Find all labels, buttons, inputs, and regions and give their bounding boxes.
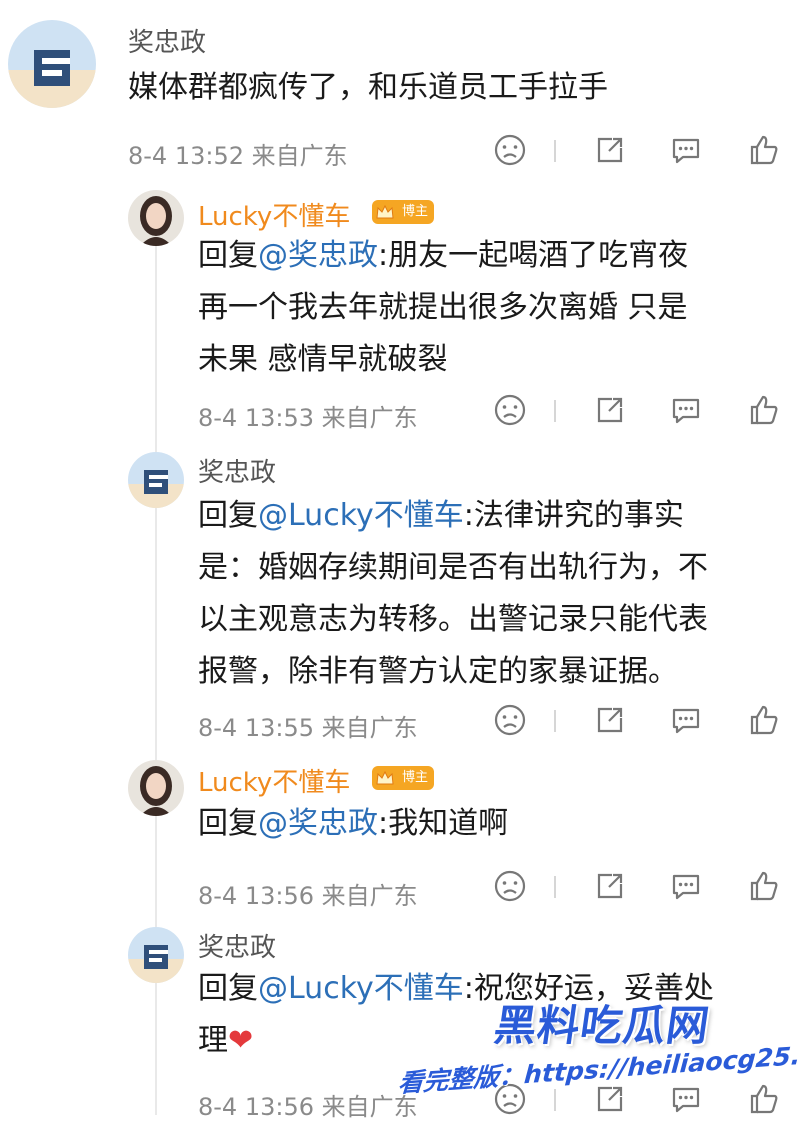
- reply-actions: [490, 392, 790, 432]
- watermark: 黑料吃瓜网 看完整版：https://heiliaocg25.com: [397, 980, 800, 1120]
- avatar[interactable]: [8, 20, 96, 108]
- avatar[interactable]: [128, 452, 184, 508]
- avatar-portrait-icon: [128, 190, 184, 246]
- dislike-face-icon[interactable]: [492, 702, 528, 738]
- reply-actions: [490, 702, 790, 742]
- comment-bubble-icon[interactable]: [668, 392, 704, 428]
- reply-time: 8-4 13:56: [198, 882, 314, 910]
- reply-location: 来自广东: [321, 882, 418, 910]
- reply-actions: [490, 868, 790, 908]
- share-icon[interactable]: [592, 392, 628, 428]
- comment-text: 媒体群都疯传了，和乐道员工手拉手: [128, 70, 608, 105]
- reply-time: 8-4 13:55: [198, 714, 314, 742]
- comment-bubble-icon[interactable]: [668, 132, 704, 168]
- reply-username[interactable]: 奖忠政: [198, 927, 276, 964]
- share-icon[interactable]: [592, 868, 628, 904]
- reply-item: Lucky不懂车 博主 回复@奖忠政:朋友一起喝酒了吃宵夜 再一个我去年就提出很…: [0, 190, 800, 450]
- avatar[interactable]: [128, 190, 184, 246]
- avatar-logo-icon: [128, 927, 184, 983]
- reply-meta: 8-4 13:56 来自广东: [198, 876, 418, 911]
- comment-meta: 8-4 13:52 来自广东: [128, 136, 348, 171]
- action-divider: [554, 710, 556, 732]
- reply-text: 回复@奖忠政:朋友一起喝酒了吃宵夜 再一个我去年就提出很多次离婚 只是 未果 感…: [198, 238, 689, 377]
- reply-time: 8-4 13:53: [198, 404, 314, 432]
- heart-emoji-icon: ❤: [228, 1023, 254, 1058]
- like-thumb-icon[interactable]: [746, 868, 782, 904]
- avatar[interactable]: [128, 927, 184, 983]
- comment-time: 8-4 13:52: [128, 142, 244, 170]
- share-icon[interactable]: [592, 702, 628, 738]
- blogger-badge: 博主: [372, 200, 434, 224]
- dislike-face-icon[interactable]: [492, 392, 528, 428]
- comment-bubble-icon[interactable]: [668, 868, 704, 904]
- comment-username[interactable]: 奖忠政: [128, 22, 206, 59]
- reply-meta: 8-4 13:53 来自广东: [198, 398, 418, 433]
- dislike-face-icon[interactable]: [492, 868, 528, 904]
- comment-actions: [490, 132, 790, 172]
- comment-location: 来自广东: [251, 142, 348, 170]
- mention-link[interactable]: @Lucky不懂车: [258, 498, 464, 533]
- reply-location: 来自广东: [321, 714, 418, 742]
- comment-main: 奖忠政 媒体群都疯传了，和乐道员工手拉手 8-4 13:52 来自广东: [0, 0, 800, 190]
- avatar-portrait-icon: [128, 760, 184, 816]
- reply-item: 奖忠政 回复@Lucky不懂车:法律讲究的事实 是：婚姻存续期间是否有出轨行为，…: [0, 450, 800, 760]
- action-divider: [554, 140, 556, 162]
- reply-username[interactable]: 奖忠政: [198, 452, 276, 489]
- reply-location: 来自广东: [321, 404, 418, 432]
- reply-meta: 8-4 13:55 来自广东: [198, 708, 418, 743]
- reply-text: 回复@奖忠政:我知道啊: [198, 806, 509, 841]
- reply-text: 回复@Lucky不懂车:法律讲究的事实 是：婚姻存续期间是否有出轨行为，不 以主…: [198, 498, 708, 689]
- reply-time: 8-4 13:56: [198, 1093, 314, 1121]
- like-thumb-icon[interactable]: [746, 392, 782, 428]
- crown-icon: [376, 770, 394, 785]
- comment-bubble-icon[interactable]: [668, 702, 704, 738]
- avatar-logo-icon: [8, 20, 96, 108]
- like-thumb-icon[interactable]: [746, 132, 782, 168]
- share-icon[interactable]: [592, 132, 628, 168]
- reply-meta: 8-4 13:56 来自广东: [198, 1087, 418, 1122]
- action-divider: [554, 876, 556, 898]
- avatar-logo-icon: [128, 452, 184, 508]
- like-thumb-icon[interactable]: [746, 702, 782, 738]
- blogger-badge: 博主: [372, 766, 434, 790]
- dislike-face-icon[interactable]: [492, 132, 528, 168]
- reply-username[interactable]: Lucky不懂车: [198, 196, 350, 233]
- reply-item: Lucky不懂车 博主 回复@奖忠政:我知道啊 8-4 13:56 来自广东: [0, 760, 800, 925]
- mention-link[interactable]: @奖忠政: [258, 238, 378, 273]
- crown-icon: [376, 204, 394, 219]
- mention-link[interactable]: @奖忠政: [258, 806, 378, 841]
- action-divider: [554, 400, 556, 422]
- reply-username[interactable]: Lucky不懂车: [198, 762, 350, 799]
- avatar[interactable]: [128, 760, 184, 816]
